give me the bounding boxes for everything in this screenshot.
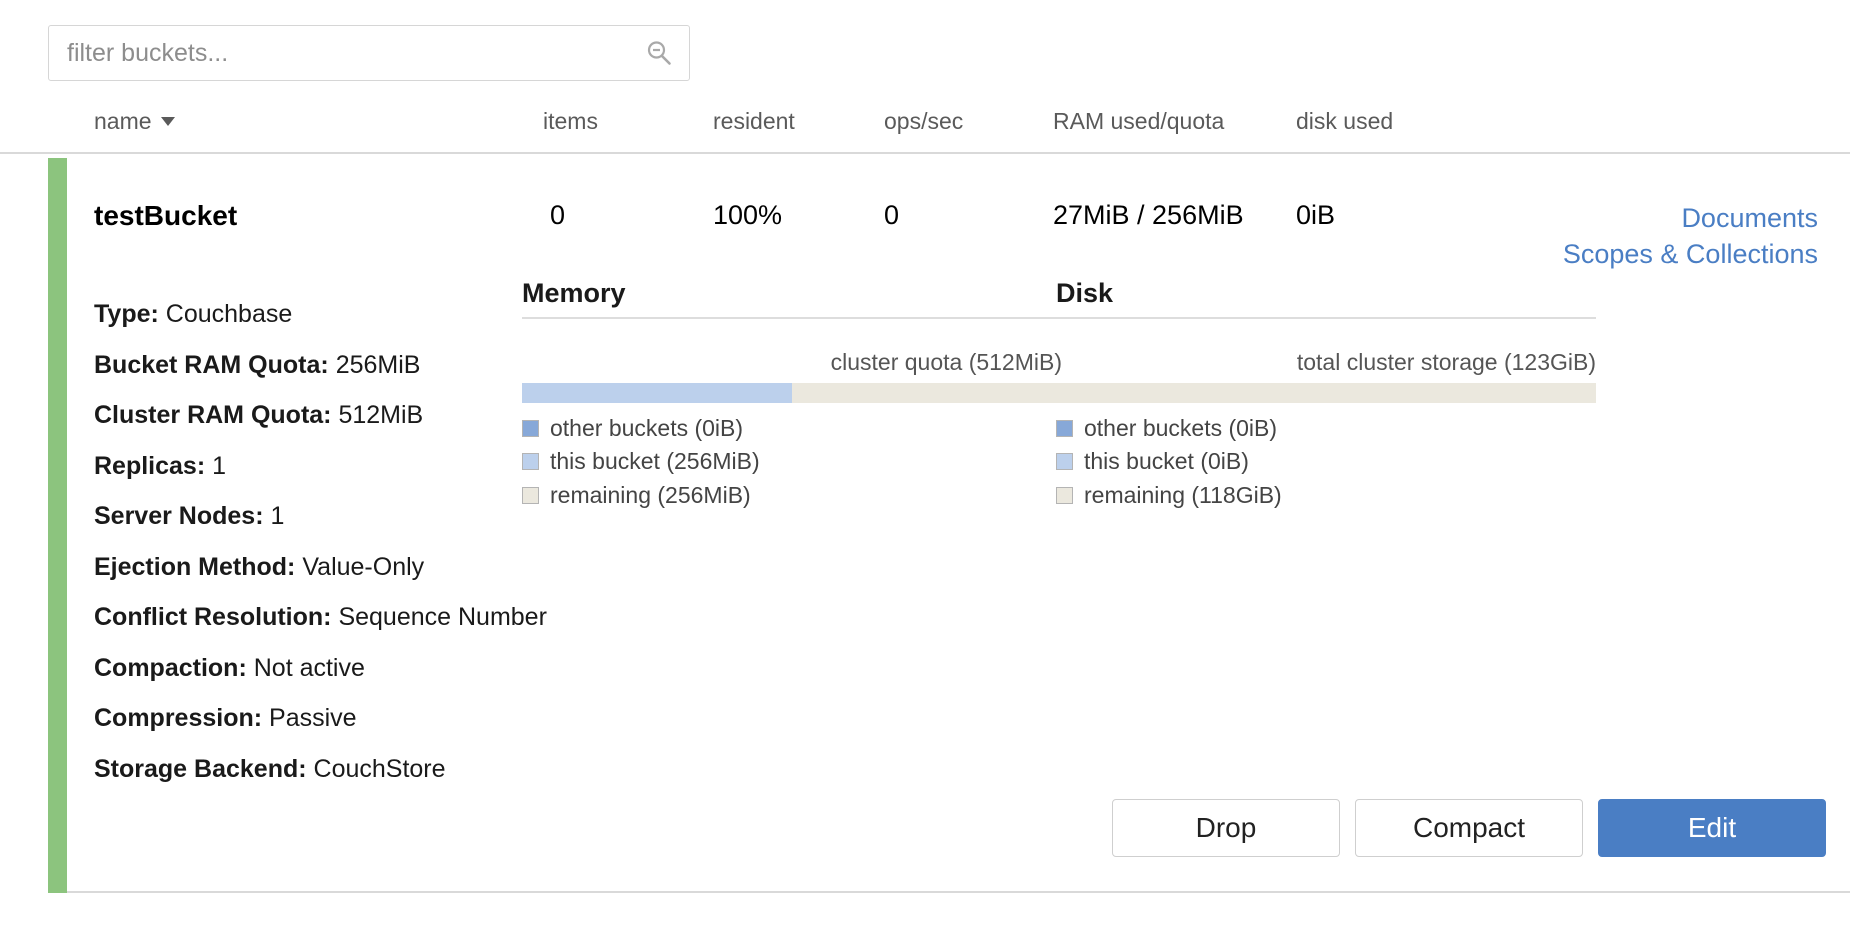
disk-legend-item-remaining: remaining (118GiB) <box>1056 480 1596 511</box>
detail-conflict-resolution-value: Sequence Number <box>338 603 546 631</box>
detail-storage-backend-label: Storage Backend: <box>94 755 307 783</box>
scopes-collections-link[interactable]: Scopes & Collections <box>1563 236 1818 272</box>
detail-compression: Compression: Passive <box>94 704 614 733</box>
detail-compression-label: Compression: <box>94 704 262 732</box>
detail-compaction-value: Not active <box>254 654 365 682</box>
detail-conflict-resolution-label: Conflict Resolution: <box>94 603 331 631</box>
detail-bucket-ram-quota-label: Bucket RAM Quota: <box>94 351 329 379</box>
memory-legend-item-other-buckets: other buckets (0iB) <box>522 413 1062 444</box>
detail-compaction-label: Compaction: <box>94 654 247 682</box>
edit-button[interactable]: Edit <box>1598 799 1826 857</box>
detail-replicas-label: Replicas: <box>94 452 205 480</box>
detail-cluster-ram-quota-value: 512MiB <box>338 401 423 429</box>
memory-legend-item-this-bucket: this bucket (256MiB) <box>522 446 1062 477</box>
disk-legend: other buckets (0iB) this bucket (0iB) re… <box>1056 413 1596 511</box>
column-header-items[interactable]: items <box>543 108 598 135</box>
memory-bar-segment-this-bucket <box>522 383 792 403</box>
column-header-ram-used-quota[interactable]: RAM used/quota <box>1053 108 1224 135</box>
bucket-items-value: 0 <box>550 200 565 231</box>
detail-server-nodes-value: 1 <box>270 502 284 530</box>
memory-usage-bar <box>522 383 1062 403</box>
memory-total-label: cluster quota (512MiB) <box>522 349 1062 376</box>
detail-type-value: Couchbase <box>166 300 292 328</box>
disk-legend-label-other-buckets: other buckets (0iB) <box>1084 413 1277 444</box>
bucket-ram-used-quota-value: 27MiB / 256MiB <box>1053 200 1244 231</box>
detail-storage-backend: Storage Backend: CouchStore <box>94 755 614 784</box>
bucket-disk-used-value: 0iB <box>1296 200 1335 231</box>
legend-swatch-this-bucket-icon <box>522 453 539 470</box>
disk-panel-title: Disk <box>1056 278 1596 319</box>
disk-legend-label-this-bucket: this bucket (0iB) <box>1084 446 1249 477</box>
detail-compaction: Compaction: Not active <box>94 654 614 683</box>
filter-buckets-input[interactable] <box>48 25 690 81</box>
bucket-links: Documents Scopes & Collections <box>1563 200 1818 273</box>
detail-replicas-value: 1 <box>212 452 226 480</box>
bucket-actions: Drop Compact Edit <box>1112 799 1826 857</box>
compact-button[interactable]: Compact <box>1355 799 1583 857</box>
column-header-name[interactable]: name <box>94 108 175 135</box>
memory-legend: other buckets (0iB) this bucket (256MiB)… <box>522 413 1062 511</box>
detail-ejection-method-label: Ejection Method: <box>94 553 295 581</box>
detail-storage-backend-value: CouchStore <box>314 755 446 783</box>
detail-bucket-ram-quota-value: 256MiB <box>336 351 421 379</box>
bucket-name[interactable]: testBucket <box>94 200 237 232</box>
disk-total-label: total cluster storage (123GiB) <box>1056 349 1596 376</box>
memory-usage-panel: Memory cluster quota (512MiB) other buck… <box>522 278 1062 513</box>
memory-legend-label-this-bucket: this bucket (256MiB) <box>550 446 760 477</box>
column-header-name-label: name <box>94 108 152 134</box>
disk-legend-item-this-bucket: this bucket (0iB) <box>1056 446 1596 477</box>
detail-cluster-ram-quota-label: Cluster RAM Quota: <box>94 401 332 429</box>
bucket-ops-sec-value: 0 <box>884 200 899 231</box>
detail-ejection-method-value: Value-Only <box>302 553 424 581</box>
detail-server-nodes-label: Server Nodes: <box>94 502 264 530</box>
bucket-row-expanded: testBucket 0 100% 0 27MiB / 256MiB 0iB D… <box>48 158 1850 893</box>
column-header-resident[interactable]: resident <box>713 108 795 135</box>
detail-ejection-method: Ejection Method: Value-Only <box>94 553 614 582</box>
bucket-resident-value: 100% <box>713 200 782 231</box>
buckets-page: name items resident ops/sec RAM used/quo… <box>0 0 1850 940</box>
header-divider <box>0 152 1850 154</box>
filter-buckets-container <box>48 25 690 81</box>
detail-compression-value: Passive <box>269 704 357 732</box>
disk-usage-panel: Disk total cluster storage (123GiB) othe… <box>1056 278 1596 513</box>
detail-type-label: Type: <box>94 300 159 328</box>
drop-button[interactable]: Drop <box>1112 799 1340 857</box>
legend-swatch-remaining-icon <box>522 487 539 504</box>
bucket-status-bar <box>48 158 67 893</box>
legend-swatch-other-buckets-icon <box>522 420 539 437</box>
memory-legend-label-other-buckets: other buckets (0iB) <box>550 413 743 444</box>
caret-down-icon <box>161 117 175 126</box>
memory-panel-title: Memory <box>522 278 1062 319</box>
disk-legend-item-other-buckets: other buckets (0iB) <box>1056 413 1596 444</box>
legend-swatch-remaining-icon <box>1056 487 1073 504</box>
legend-swatch-this-bucket-icon <box>1056 453 1073 470</box>
column-header-disk-used[interactable]: disk used <box>1296 108 1393 135</box>
legend-swatch-other-buckets-icon <box>1056 420 1073 437</box>
disk-usage-bar <box>1056 383 1596 403</box>
bucket-summary[interactable]: testBucket 0 100% 0 27MiB / 256MiB 0iB D… <box>48 200 1850 252</box>
disk-legend-label-remaining: remaining (118GiB) <box>1084 480 1282 511</box>
memory-legend-label-remaining: remaining (256MiB) <box>550 480 751 511</box>
memory-legend-item-remaining: remaining (256MiB) <box>522 480 1062 511</box>
documents-link[interactable]: Documents <box>1563 200 1818 236</box>
column-header-ops-sec[interactable]: ops/sec <box>884 108 963 135</box>
detail-conflict-resolution: Conflict Resolution: Sequence Number <box>94 603 614 632</box>
